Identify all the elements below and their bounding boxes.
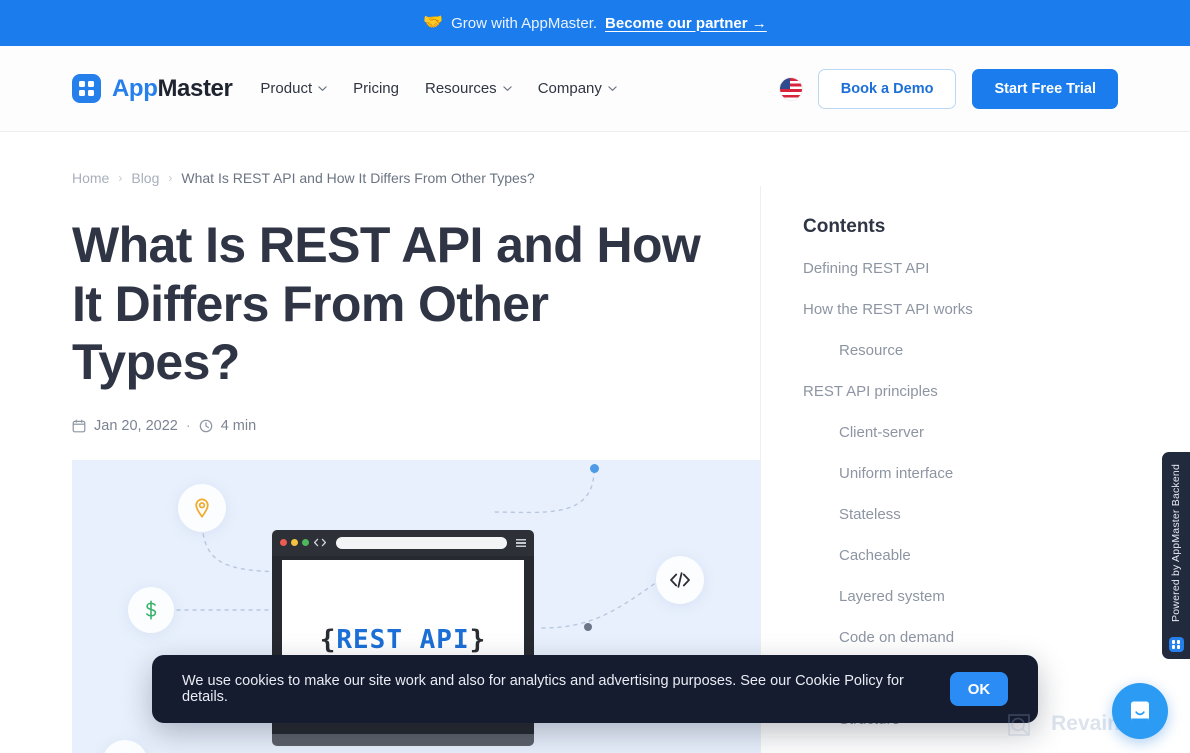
powered-by-label: Powered by AppMaster Backend	[1170, 464, 1182, 622]
connector-node-gray	[584, 622, 592, 631]
location-pin-bubble	[178, 483, 226, 532]
site-header: AppMaster Product Pricing Resources Comp…	[0, 46, 1190, 132]
toc-item-layered-system[interactable]: Layered system	[803, 588, 1090, 605]
brand-wordmark: AppMaster	[112, 74, 233, 103]
brand-app: App	[112, 74, 158, 102]
browser-chrome	[272, 529, 534, 556]
code-bubble	[656, 555, 704, 604]
intercom-chat-button[interactable]	[1112, 683, 1168, 739]
breadcrumb-blog[interactable]: Blog	[131, 170, 159, 186]
nav-item-company[interactable]: Company	[538, 80, 617, 97]
rest-api-text: REST API	[336, 624, 470, 655]
toc-item-stateless[interactable]: Stateless	[803, 506, 1090, 523]
promo-banner: 🤝 Grow with AppMaster. Become our partne…	[0, 0, 1190, 46]
page-title: What Is REST API and How It Differs From…	[72, 217, 701, 390]
nav-item-resources[interactable]: Resources	[425, 80, 512, 97]
toc-item-cacheable[interactable]: Cacheable	[803, 547, 1090, 564]
code-icon	[670, 571, 690, 588]
nav-label: Resources	[424, 80, 497, 97]
nav-item-product[interactable]: Product	[260, 80, 327, 97]
appmaster-logo-icon	[1168, 637, 1184, 652]
article-meta: Jan 20, 2022 · 4 min	[72, 418, 760, 434]
contents-title: Contents	[803, 216, 886, 237]
header-actions: Book a Demo Start Free Trial	[779, 68, 1118, 109]
browser-nav-arrows-icon	[313, 534, 327, 552]
promo-text: Grow with AppMaster.	[451, 14, 598, 32]
traffic-light-green	[302, 539, 309, 546]
chevron-down-icon	[608, 84, 617, 93]
rest-api-label: {REST API}	[320, 625, 487, 655]
page-root: 🤝 Grow with AppMaster. Become our partne…	[0, 0, 1190, 753]
nav-item-pricing[interactable]: Pricing	[353, 80, 399, 97]
toc-item-client-server[interactable]: Client-server	[803, 424, 1090, 441]
nav-label: Product	[260, 80, 313, 97]
clock-icon	[199, 419, 213, 433]
main-nav: Product Pricing Resources Company	[260, 80, 617, 97]
browser-menu-icon	[516, 538, 526, 547]
brace-open: {	[319, 624, 337, 655]
breadcrumb: Home › Blog › What Is REST API and How I…	[0, 132, 1190, 186]
handshake-emoji: 🤝	[423, 14, 444, 31]
book-a-demo-button[interactable]: Book a Demo	[817, 68, 957, 109]
browser-url-bar	[336, 536, 507, 549]
start-free-trial-button[interactable]: Start Free Trial	[972, 68, 1118, 109]
nav-label: Company	[537, 80, 602, 97]
dollar-sign-icon	[146, 600, 157, 619]
us-flag-icon[interactable]	[779, 77, 802, 100]
cookie-consent-bar: We use cookies to make our site work and…	[152, 655, 1038, 723]
meta-separator: ·	[185, 417, 191, 434]
revain-watermark: Revain	[1005, 705, 1120, 743]
traffic-light-yellow	[291, 539, 298, 546]
breadcrumb-separator: ›	[118, 171, 123, 185]
appmaster-logo-icon	[72, 74, 101, 103]
intercom-chat-icon	[1131, 701, 1149, 723]
chevron-down-icon	[503, 84, 512, 93]
toc-item-how-the-rest-api-works[interactable]: How the REST API works	[803, 301, 1090, 318]
cookie-accept-button[interactable]: OK	[950, 672, 1008, 706]
publish-date: Jan 20, 2022	[94, 417, 178, 434]
read-time: 4 min	[220, 417, 257, 434]
become-partner-link[interactable]: Become our partner →	[605, 15, 767, 32]
breadcrumb-current: What Is REST API and How It Differs From…	[181, 170, 535, 186]
traffic-light-red	[280, 539, 287, 546]
brand-master: Master	[157, 74, 233, 102]
toc-item-resource[interactable]: Resource	[803, 342, 1090, 359]
toc-item-uniform-interface[interactable]: Uniform interface	[803, 465, 1090, 482]
cookie-consent-text: We use cookies to make our site work and…	[182, 673, 904, 705]
location-pin-icon	[195, 498, 209, 518]
revain-watermark-text: Revain	[1051, 712, 1120, 735]
dollar-bubble	[128, 586, 174, 633]
laptop-base	[272, 733, 534, 746]
revain-logo-icon	[1008, 714, 1030, 736]
toc-item-rest-api-principles[interactable]: REST API principles	[803, 383, 1090, 400]
brace-close: }	[469, 624, 487, 655]
appmaster-logo[interactable]: AppMaster	[72, 74, 233, 103]
calendar-icon	[72, 419, 86, 433]
toc-item-defining-rest-api[interactable]: Defining REST API	[803, 260, 1090, 277]
breadcrumb-separator: ›	[168, 171, 173, 185]
breadcrumb-home[interactable]: Home	[72, 170, 109, 186]
toc-item-code-on-demand[interactable]: Code on demand	[803, 629, 1090, 646]
powered-by-appmaster-tab[interactable]: Powered by AppMaster Backend	[1162, 452, 1190, 659]
connector-node-blue-top	[590, 463, 599, 473]
chevron-down-icon	[318, 84, 327, 93]
nav-label: Pricing	[353, 80, 399, 97]
